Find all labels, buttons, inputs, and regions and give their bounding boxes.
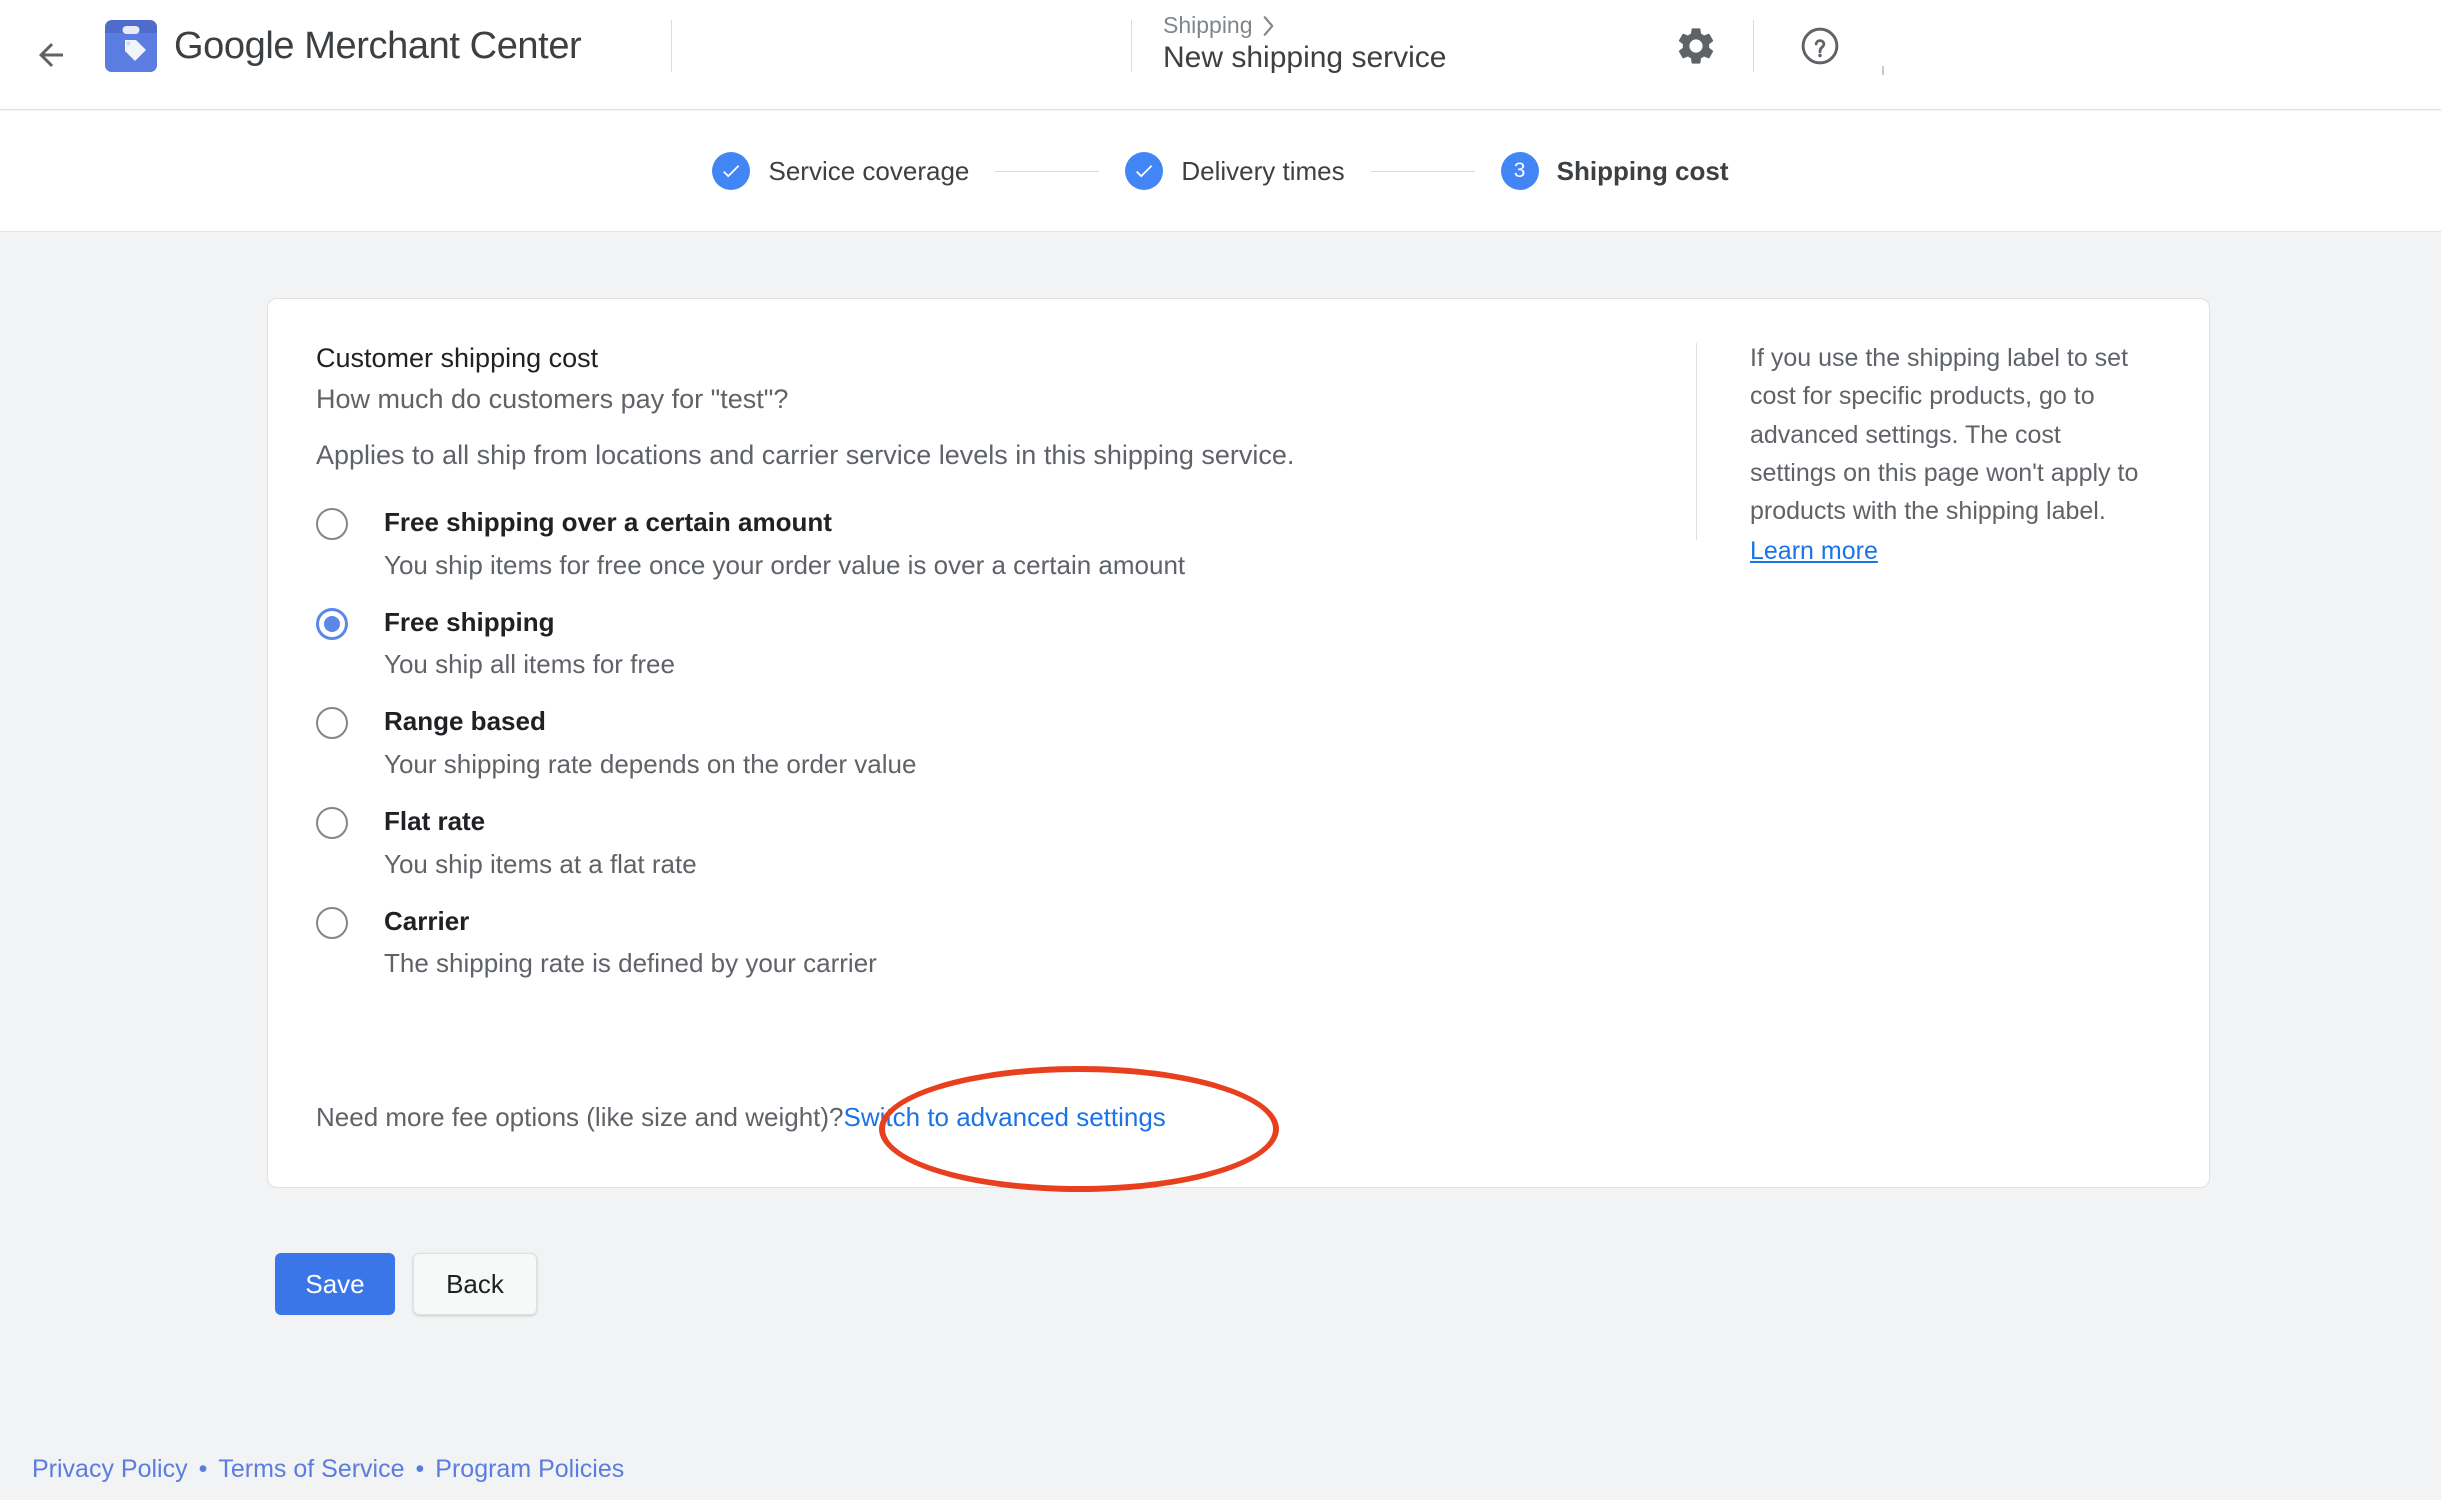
- program-policies-link[interactable]: Program Policies: [435, 1455, 624, 1484]
- terms-of-service-link[interactable]: Terms of Service: [218, 1455, 404, 1484]
- step-delivery-times[interactable]: Delivery times: [1125, 152, 1345, 190]
- gear-icon[interactable]: [1672, 22, 1720, 70]
- header-divider-icons: [1753, 20, 1754, 72]
- step-label-delivery-times: Delivery times: [1181, 155, 1345, 186]
- radio-label: Carrier: [384, 905, 470, 936]
- save-button[interactable]: Save: [275, 1253, 395, 1315]
- step-connector-2: [1370, 170, 1475, 172]
- header-divider-breadcrumb: [1131, 20, 1132, 72]
- back-button[interactable]: Back: [413, 1253, 537, 1315]
- side-note-divider: [1696, 343, 1697, 540]
- step-label-service-coverage: Service coverage: [768, 155, 970, 186]
- footer-separator: •: [198, 1455, 208, 1483]
- radio-icon[interactable]: [316, 707, 348, 740]
- radio-option-free-shipping[interactable]: Free shipping You ship all items for fre…: [316, 604, 1716, 681]
- step-complete-check-icon: [712, 152, 751, 190]
- radio-option-carrier[interactable]: Carrier The shipping rate is defined by …: [316, 903, 1716, 980]
- radio-hint: You ship items at a flat rate: [384, 848, 697, 879]
- form-actions: Save Back: [275, 1253, 537, 1315]
- learn-more-link[interactable]: Learn more: [1750, 532, 1878, 570]
- radio-hint: Your shipping rate depends on the order …: [384, 749, 917, 780]
- shipping-label-info-text: If you use the shipping label to set cos…: [1750, 344, 2139, 525]
- privacy-policy-link[interactable]: Privacy Policy: [32, 1455, 188, 1484]
- step-shipping-cost[interactable]: 3 Shipping cost: [1500, 152, 1729, 190]
- step-complete-check-icon: [1125, 152, 1164, 190]
- shipping-cost-card: Customer shipping cost How much do custo…: [267, 298, 2210, 1188]
- radio-option-range-based[interactable]: Range based Your shipping rate depends o…: [316, 703, 1716, 780]
- merchant-center-logo-icon: [105, 20, 157, 72]
- radio-label: Free shipping over a certain amount: [384, 507, 832, 537]
- page-title: New shipping service: [1163, 41, 1447, 74]
- breadcrumb-parent[interactable]: Shipping: [1163, 12, 1446, 39]
- fee-options-row: Need more fee options (like size and wei…: [316, 1102, 1166, 1133]
- app-header: Google Merchant Center Shipping New ship…: [0, 0, 2441, 110]
- radio-hint: The shipping rate is defined by your car…: [384, 948, 877, 979]
- shipping-cost-radio-group: Free shipping over a certain amount You …: [316, 504, 1716, 979]
- step-number-badge: 3: [1500, 152, 1539, 190]
- card-description: Applies to all ship from locations and c…: [316, 440, 1295, 470]
- merchant-center-page: Google Merchant Center Shipping New ship…: [0, 0, 2441, 1500]
- breadcrumb-parent-label: Shipping: [1163, 12, 1253, 38]
- header-divider-logo: [671, 20, 672, 72]
- chevron-right-icon: [1263, 15, 1273, 36]
- radio-icon[interactable]: [316, 906, 348, 939]
- brand-name: Google Merchant Center: [174, 24, 582, 67]
- radio-label: Free shipping: [384, 606, 555, 637]
- radio-icon-selected[interactable]: [316, 607, 348, 640]
- header-misc-marker: [1882, 66, 1884, 75]
- radio-option-free-shipping-over-amount[interactable]: Free shipping over a certain amount You …: [316, 504, 1716, 581]
- breadcrumb: Shipping New shipping service: [1163, 12, 1446, 75]
- radio-icon[interactable]: [316, 807, 348, 840]
- radio-icon[interactable]: [316, 508, 348, 540]
- step-label-shipping-cost: Shipping cost: [1556, 155, 1729, 186]
- card-subtitle: How much do customers pay for "test"?: [316, 384, 789, 414]
- wizard-stepper: Service coverage Delivery times 3 Shippi…: [0, 111, 2441, 232]
- step-service-coverage[interactable]: Service coverage: [712, 152, 969, 190]
- help-icon[interactable]: [1796, 22, 1844, 70]
- radio-label: Flat rate: [384, 806, 486, 837]
- footer-links: Privacy Policy • Terms of Service • Prog…: [32, 1455, 624, 1484]
- footer-separator: •: [415, 1455, 425, 1483]
- step-connector-1: [995, 170, 1100, 172]
- card-title: Customer shipping cost: [316, 343, 599, 373]
- brand-logo-link[interactable]: Google Merchant Center: [105, 20, 582, 72]
- radio-label: Range based: [384, 706, 546, 737]
- switch-to-advanced-settings-link[interactable]: Switch to advanced settings: [844, 1102, 1166, 1132]
- back-arrow-icon[interactable]: [28, 32, 74, 78]
- radio-hint: You ship items for free once your order …: [384, 549, 1186, 580]
- fee-options-question: Need more fee options (like size and wei…: [316, 1102, 844, 1132]
- radio-hint: You ship all items for free: [384, 649, 675, 680]
- radio-option-flat-rate[interactable]: Flat rate You ship items at a flat rate: [316, 803, 1716, 880]
- shipping-label-info: If you use the shipping label to set cos…: [1750, 339, 2142, 571]
